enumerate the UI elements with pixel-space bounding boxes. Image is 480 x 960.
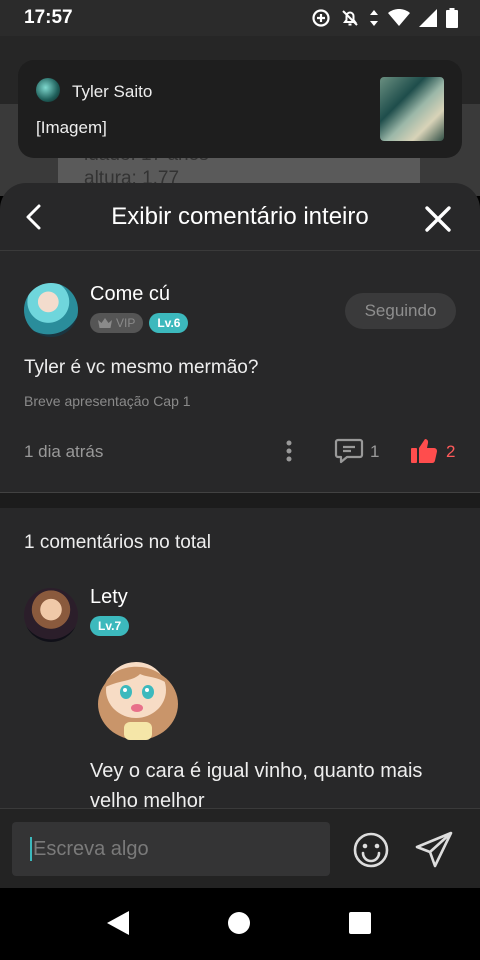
close-button[interactable] <box>422 203 454 235</box>
section-divider <box>0 492 480 508</box>
comment-input-bar: Escreva algo <box>0 808 480 888</box>
reply-count: 1 <box>370 442 380 461</box>
comment-author[interactable]: Lety <box>90 586 128 609</box>
nav-back-icon[interactable] <box>106 910 130 941</box>
status-icons <box>311 8 458 28</box>
notification-message: [Imagem] <box>36 118 107 137</box>
emoji-icon <box>353 832 389 868</box>
vip-badge: VIP <box>90 313 144 333</box>
nav-recents-icon[interactable] <box>349 912 371 934</box>
comment-text: Vey o cara é igual vinho, quanto mais ve… <box>90 760 423 812</box>
comment-timestamp: 1 dia atrás <box>24 442 104 461</box>
level-badge: Lv.6 <box>149 313 189 333</box>
comment-author[interactable]: Come cú <box>90 283 170 306</box>
comment-input[interactable]: Escreva algo <box>12 822 330 876</box>
input-placeholder: Escreva algo <box>33 837 149 860</box>
close-icon <box>425 206 451 232</box>
status-bar: 17:57 <box>0 0 480 36</box>
level-badge: Lv.7 <box>90 616 130 636</box>
vip-label: VIP <box>116 316 136 330</box>
main-comment: Come cú VIP Lv.6 Seguindo Tyler é vc mes… <box>0 251 480 493</box>
wifi-icon <box>388 9 410 27</box>
crown-icon <box>98 318 112 328</box>
send-icon <box>415 831 453 868</box>
comments-total-label: 1 comentários no total <box>24 532 211 553</box>
like-icon[interactable] <box>410 437 438 465</box>
sheet-title: Exibir comentário inteiro <box>111 203 369 230</box>
data-arrows-icon <box>369 8 379 28</box>
notification-sender: Tyler Saito <box>72 82 153 101</box>
comment-source[interactable]: Breve apresentação Cap 1 <box>24 393 191 409</box>
send-button[interactable] <box>414 831 454 869</box>
data-saver-icon <box>311 8 331 28</box>
text-caret <box>30 837 32 861</box>
author-badges: VIP Lv.6 <box>90 313 189 333</box>
reply-icon[interactable] <box>334 437 364 465</box>
system-nav-bar <box>0 888 480 960</box>
notification-avatar <box>36 78 60 102</box>
battery-icon <box>446 8 458 28</box>
nav-home-icon[interactable] <box>228 912 250 934</box>
sticker-image <box>90 646 186 742</box>
status-time: 17:57 <box>24 7 73 28</box>
notifications-off-icon <box>340 8 360 28</box>
avatar[interactable] <box>24 588 78 642</box>
follow-button[interactable]: Seguindo <box>345 293 456 329</box>
comment-text: Tyler é vc mesmo mermão? <box>24 357 259 378</box>
emoji-button[interactable] <box>352 831 390 869</box>
notification-toast[interactable]: Tyler Saito [Imagem] <box>18 60 462 158</box>
more-options-icon[interactable] <box>280 439 298 463</box>
sheet-header: Exibir comentário inteiro <box>0 183 480 251</box>
signal-icon <box>419 9 437 27</box>
avatar[interactable] <box>24 283 78 337</box>
notification-image-thumbnail <box>380 77 444 141</box>
like-count: 2 <box>446 442 456 461</box>
